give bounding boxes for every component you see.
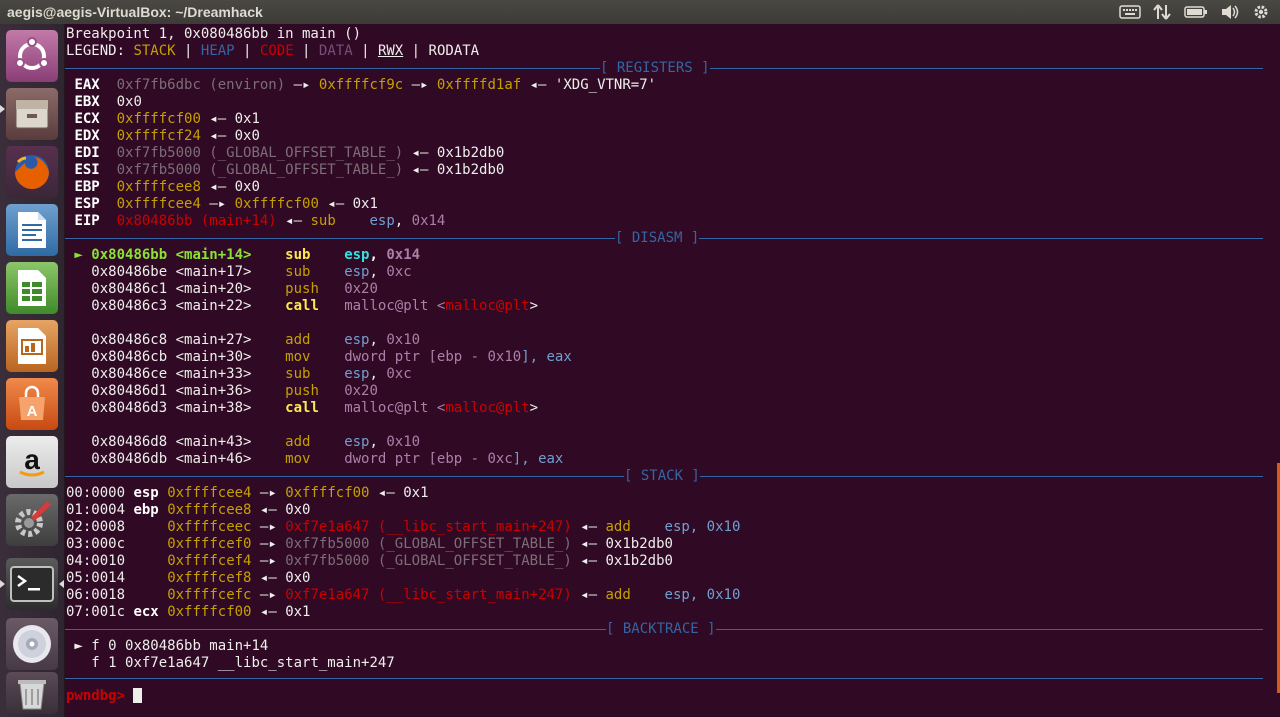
system-settings-icon[interactable] bbox=[6, 494, 58, 546]
writer-icon[interactable] bbox=[6, 204, 58, 256]
backtrace-header: [ BACKTRACE ] bbox=[606, 621, 716, 638]
register-esp: ESP 0xffffcee4 —▸ 0xffffcf00 ◂— 0x1 bbox=[74, 196, 378, 212]
legend-data: DATA bbox=[318, 43, 353, 59]
active-indicator bbox=[59, 580, 64, 588]
legend-line: LEGEND: STACK | HEAP | CODE | DATA | RWX… bbox=[66, 43, 480, 59]
register-ebp: EBP 0xffffcee8 ◂— 0x0 bbox=[74, 179, 260, 195]
dvd-icon[interactable] bbox=[6, 618, 58, 670]
running-indicator bbox=[0, 105, 5, 113]
disasm-line: 0x80486d3 <main+38> call malloc@plt <mal… bbox=[91, 400, 539, 416]
svg-text:A: A bbox=[27, 403, 38, 420]
files-icon[interactable] bbox=[6, 88, 58, 140]
legend-rwx: RWX bbox=[377, 43, 404, 59]
stack-separator: [ STACK ] bbox=[65, 468, 1263, 485]
register-edx: EDX 0xffffcf24 ◂— 0x0 bbox=[74, 128, 260, 144]
disasm-header: [ DISASM ] bbox=[615, 230, 700, 247]
register-eax: EAX 0xf7fb6dbc (environ) —▸ 0xffffcf9c —… bbox=[74, 77, 657, 93]
legend-code: CODE bbox=[259, 43, 294, 59]
impress-icon[interactable] bbox=[6, 320, 58, 372]
disasm-line: 0x80486cb <main+30> mov dword ptr [ebp -… bbox=[91, 349, 572, 365]
register-esi: ESI 0xf7fb5000 (_GLOBAL_OFFSET_TABLE_) ◂… bbox=[74, 162, 505, 178]
top-panel: aegis@aegis-VirtualBox: ~/Dreamhack bbox=[0, 0, 1280, 24]
stack-line: 02:0008 0xffffceec —▸ 0xf7e1a647 (__libc… bbox=[66, 519, 741, 535]
disasm-separator: [ DISASM ] bbox=[65, 230, 1263, 247]
launcher: A a bbox=[0, 24, 65, 717]
stack-line: 04:0010 0xffffcef4 —▸ 0xf7fb5000 (_GLOBA… bbox=[66, 553, 673, 569]
stack-line: 07:001c ecx 0xffffcf00 ◂— 0x1 bbox=[66, 604, 311, 620]
command-prompt[interactable]: pwndbg> bbox=[66, 688, 143, 705]
software-center-icon[interactable]: A bbox=[6, 378, 58, 430]
amazon-icon[interactable]: a bbox=[6, 436, 58, 488]
disasm-line-current: ► 0x80486bb <main+14> sub esp, 0x14 bbox=[66, 247, 421, 263]
disasm-line: 0x80486c1 <main+20> push 0x20 bbox=[91, 281, 378, 297]
backtrace-line-current: ► f 0 0x80486bb main+14 bbox=[66, 638, 269, 654]
firefox-icon[interactable] bbox=[6, 146, 58, 198]
registers-header: [ REGISTERS ] bbox=[600, 60, 710, 77]
battery-icon[interactable] bbox=[1183, 4, 1209, 20]
backtrace-separator: [ BACKTRACE ] bbox=[65, 621, 1263, 638]
register-edi: EDI 0xf7fb5000 (_GLOBAL_OFFSET_TABLE_) ◂… bbox=[74, 145, 505, 161]
window-title: aegis@aegis-VirtualBox: ~/Dreamhack bbox=[7, 4, 263, 20]
breakpoint-line: Breakpoint 1, 0x080486bb in main () bbox=[66, 26, 362, 42]
stack-line: 00:0000 esp 0xffffcee4 —▸ 0xffffcf00 ◂— … bbox=[66, 485, 429, 501]
legend-heap: HEAP bbox=[200, 43, 235, 59]
ubuntu-dash-icon[interactable] bbox=[6, 30, 58, 82]
legend-rodata: RODATA bbox=[428, 43, 480, 59]
terminal-icon[interactable] bbox=[6, 558, 58, 610]
disasm-line: 0x80486db <main+46> mov dword ptr [ebp -… bbox=[91, 451, 564, 467]
settings-icon[interactable] bbox=[1251, 4, 1271, 20]
disasm-line: 0x80486c8 <main+27> add esp, 0x10 bbox=[91, 332, 421, 348]
register-eip: EIP 0x80486bb (main+14) ◂— sub esp, 0x14 bbox=[74, 213, 446, 229]
text-cursor bbox=[133, 688, 143, 703]
prompt-label: pwndbg> bbox=[66, 688, 134, 704]
legend-stack: STACK bbox=[133, 43, 176, 59]
disasm-line: 0x80486d8 <main+43> add esp, 0x10 bbox=[91, 434, 421, 450]
register-ecx: ECX 0xffffcf00 ◂— 0x1 bbox=[74, 111, 260, 127]
disasm-line: 0x80486d1 <main+36> push 0x20 bbox=[91, 383, 378, 399]
stack-header: [ STACK ] bbox=[624, 468, 700, 485]
bottom-separator bbox=[65, 670, 1263, 687]
keyboard-icon[interactable] bbox=[1118, 4, 1142, 20]
calc-icon[interactable] bbox=[6, 262, 58, 314]
network-icon[interactable] bbox=[1152, 4, 1172, 20]
trash-icon[interactable] bbox=[6, 672, 58, 714]
terminal-window[interactable]: Breakpoint 1, 0x080486bb in main () LEGE… bbox=[65, 24, 1280, 717]
stack-line: 05:0014 0xffffcef8 ◂— 0x0 bbox=[66, 570, 311, 586]
stack-line: 01:0004 ebp 0xffffcee8 ◂— 0x0 bbox=[66, 502, 311, 518]
disasm-line: 0x80486be <main+17> sub esp, 0xc bbox=[91, 264, 412, 280]
svg-text:a: a bbox=[24, 444, 40, 475]
registers-separator: [ REGISTERS ] bbox=[65, 60, 1263, 77]
stack-line: 06:0018 0xffffcefc —▸ 0xf7e1a647 (__libc… bbox=[66, 587, 741, 603]
running-indicator bbox=[0, 580, 5, 588]
volume-icon[interactable] bbox=[1220, 4, 1240, 20]
disasm-line: 0x80486ce <main+33> sub esp, 0xc bbox=[91, 366, 412, 382]
stack-line: 03:000c 0xffffcef0 —▸ 0xf7fb5000 (_GLOBA… bbox=[66, 536, 673, 552]
disasm-line: 0x80486c3 <main+22> call malloc@plt <mal… bbox=[91, 298, 539, 314]
register-ebx: EBX 0x0 bbox=[74, 94, 142, 110]
